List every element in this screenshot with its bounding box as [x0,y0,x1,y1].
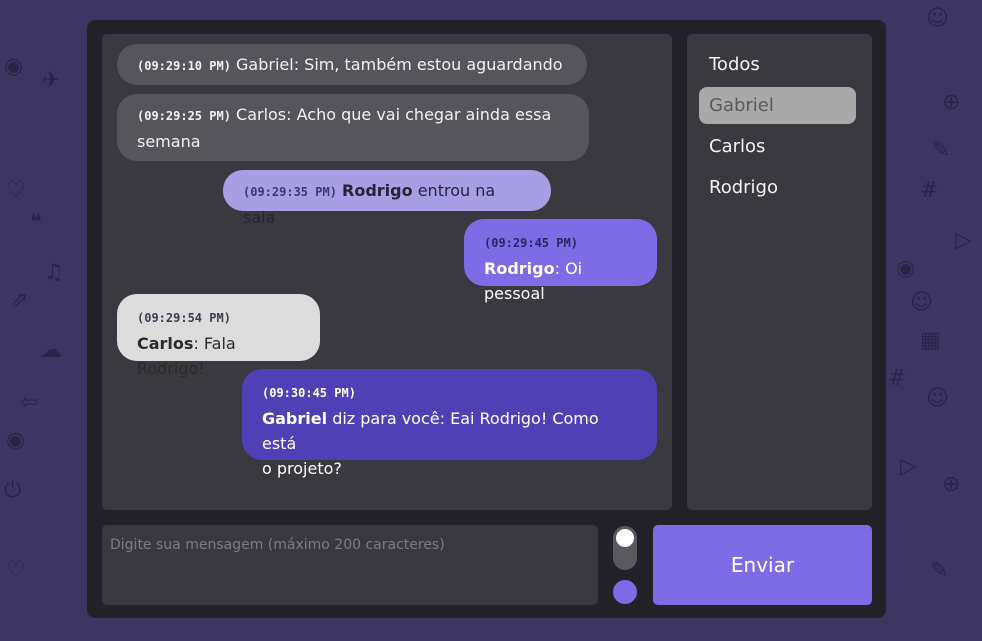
hash-icon: # [920,178,939,203]
message-input[interactable] [102,525,598,605]
message-time: (09:29:45 PM) [484,236,578,250]
chart-icon: ▦ [920,328,941,353]
eye-icon: ◉ [896,256,916,281]
message-time: (09:30:45 PM) [262,386,356,400]
message-bubble: (09:29:10 PM) Gabriel: Sim, também estou… [117,44,587,85]
chat-app: (09:29:10 PM) Gabriel: Sim, também estou… [87,20,886,618]
quote-icon: ❝ [30,210,42,235]
message-text-continued: semana [137,132,201,151]
power-icon: ⏻ [4,478,22,503]
user-item-todos[interactable]: Todos [699,46,856,83]
play-icon: ▷ [900,454,917,479]
music-icon: ♫ [44,260,64,285]
pin-icon: ✎ [932,138,951,163]
message-time: (09:29:25 PM) [137,109,231,123]
globe-icon: ⊕ [942,472,961,497]
user-list: Todos Gabriel Carlos Rodrigo [687,34,872,510]
private-message-bubble: (09:30:45 PM) Gabriel diz para você: Eai… [242,369,657,478]
message-text-continued: o projeto? [262,459,342,478]
message-bubble: (09:29:54 PM) Carlos: Fala Rodrigo! [117,294,320,378]
smile-icon: ☺ [926,386,949,411]
user-item-rodrigo[interactable]: Rodrigo [699,169,856,206]
message-user: Rodrigo [342,181,413,200]
system-message-bubble: (09:29:35 PM) Rodrigo entrou na sala [223,170,551,227]
paper-plane-icon: ✈ [42,68,61,93]
message-user: Rodrigo [484,259,555,278]
heart-icon: ♡ [6,558,26,583]
own-message-bubble: (09:29:45 PM) Rodrigo: Oi pessoal [464,219,657,303]
pin-icon: ✎ [930,558,949,583]
globe-icon: ⊕ [942,90,961,115]
message-bubble: (09:29:25 PM) Carlos: Acho que vai chega… [117,94,589,161]
eye-icon: ◉ [6,428,26,453]
message-text: Carlos: Acho que vai chegar ainda essa [236,105,552,124]
user-item-gabriel[interactable]: Gabriel [699,87,856,124]
message-time: (09:29:54 PM) [137,311,231,325]
user-item-carlos[interactable]: Carlos [699,128,856,165]
message-text: Gabriel: Sim, também estou aguardando [236,55,563,74]
message-time: (09:29:10 PM) [137,59,231,73]
heart-icon: ♡ [6,178,26,203]
toggle-switch[interactable] [613,526,637,570]
arrow-icon: ⇗ [10,288,29,313]
toggle-knob [616,529,634,547]
cloud-icon: ☁ [40,338,62,363]
arrow-left-icon: ⇦ [20,390,39,415]
hash-icon: # [888,366,907,391]
message-user: Carlos [137,334,194,353]
eye-icon: ◉ [4,54,24,79]
smile-icon: ☺ [910,290,933,315]
color-picker-dot[interactable] [613,580,637,604]
message-user: Gabriel [262,409,328,428]
message-list[interactable]: (09:29:10 PM) Gabriel: Sim, também estou… [102,34,672,510]
send-button[interactable]: Enviar [653,525,872,605]
smile-icon: ☺ [926,6,949,31]
message-time: (09:29:35 PM) [243,185,337,199]
play-icon: ▷ [955,228,972,253]
